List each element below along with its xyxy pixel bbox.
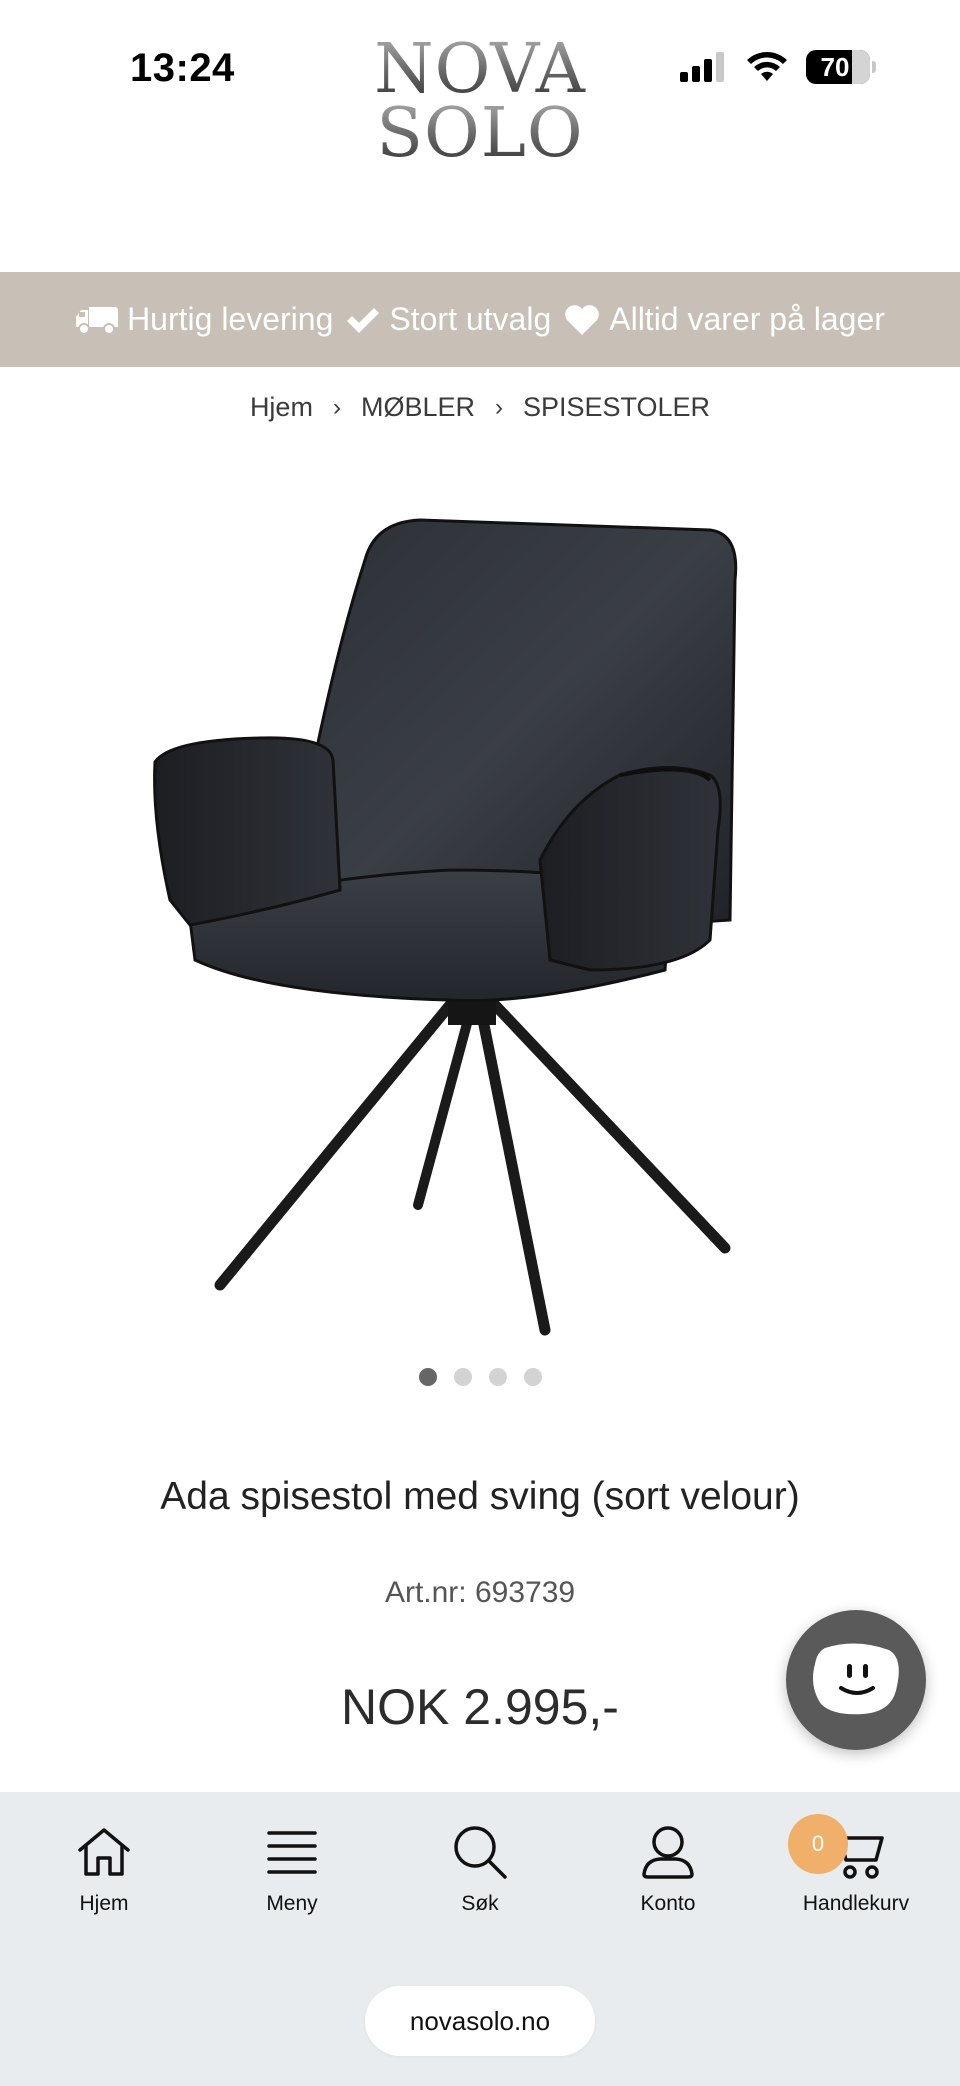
product-sku: Art.nr: 693739 [384,1576,576,1609]
nav-account[interactable]: Konto [588,1822,748,1916]
status-time: 13:24 [130,46,235,90]
status-icons: 70 [680,50,876,84]
usp-label: Alltid varer på lager [609,301,885,337]
product-title: Ada spisestol med sving (sort velour) [160,1475,800,1518]
product-image[interactable] [150,500,780,1350]
nav-label: Konto [640,1892,696,1915]
gallery-dot-2[interactable] [453,1368,472,1386]
nav-menu[interactable]: Meny [212,1822,372,1916]
chevron-right-icon: › [332,393,341,421]
heart-icon [565,304,600,335]
browser-url-bar[interactable]: novasolo.no [365,1986,595,2056]
logo-line-2: SOLO [360,100,600,168]
menu-icon [267,1831,317,1874]
gallery-dot-4[interactable] [523,1368,542,1386]
brand-logo[interactable]: NOVA SOLO [360,36,600,168]
breadcrumb-spisestoler[interactable]: SPISESTOLER [523,392,710,423]
usp-item-selection: Stort utvalg [345,301,551,338]
usp-banner: Hurtig levering Stort utvalg Alltid vare… [0,272,960,367]
usp-item-stock: Alltid varer på lager [563,301,885,338]
nav-label: Handlekurv [802,1892,910,1915]
product-page: 13:24 70 NOVA SOLO Hurtig levering Stort… [0,0,960,2086]
chat-smile-icon [813,1643,899,1715]
truck-icon [76,306,119,335]
usp-label: Hurtig levering [127,301,334,337]
cart-count-badge: 0 [788,1814,848,1874]
battery-indicator: 70 [806,50,870,84]
usp-label: Stort utvalg [389,301,552,337]
nav-home[interactable]: Hjem [24,1822,184,1916]
search-icon [454,1826,507,1879]
signal-icon [680,52,724,82]
gallery-dots [0,1368,960,1386]
battery-percent: 70 [820,51,850,82]
nav-label: Meny [266,1892,318,1915]
breadcrumb: Hjem › MØBLER › SPISESTOLER [0,392,960,423]
nav-label: Hjem [79,1892,129,1915]
breadcrumb-mobler[interactable]: MØBLER [361,392,475,423]
nav-label: Søk [461,1892,499,1915]
nav-search[interactable]: Søk [400,1822,560,1916]
home-icon [78,1828,130,1876]
breadcrumb-home[interactable]: Hjem [250,392,313,423]
gallery-dot-3[interactable] [488,1368,507,1386]
chair-image [153,518,738,1336]
user-icon [642,1826,694,1879]
chevron-right-icon: › [494,393,503,421]
chat-button[interactable] [786,1610,926,1750]
gallery-dot-1[interactable] [418,1368,437,1386]
usp-item-delivery: Hurtig levering [75,301,333,338]
wifi-icon [747,52,787,81]
check-icon [347,307,380,333]
